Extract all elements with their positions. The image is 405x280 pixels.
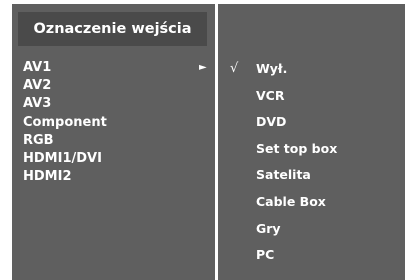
option-item-label: Set top box: [256, 140, 338, 156]
input-item-label: RGB: [23, 132, 54, 148]
input-item-label: HDMI2: [23, 169, 72, 185]
label-options-submenu: √ Wył. VCR DVD Set top box Satelita Cabl…: [218, 4, 405, 280]
input-item-av1[interactable]: AV1 ►: [12, 59, 215, 77]
option-item-label: DVD: [256, 114, 287, 130]
option-item-label: Wył.: [256, 61, 288, 76]
input-item-label: Component: [23, 114, 107, 130]
option-item-satellite[interactable]: Satelita: [218, 162, 405, 189]
check-icon: √: [230, 61, 239, 76]
input-item-component[interactable]: Component: [12, 114, 215, 132]
option-item-dvd[interactable]: DVD: [218, 109, 405, 136]
input-item-hdmi2[interactable]: HDMI2: [12, 168, 215, 186]
option-list: √ Wył. VCR DVD Set top box Satelita Cabl…: [218, 56, 405, 269]
option-item-pc[interactable]: PC: [218, 242, 405, 269]
menu-title: Oznaczenie wejścia: [18, 12, 207, 46]
input-item-label: HDMI1/DVI: [23, 150, 102, 166]
option-item-label: VCR: [256, 87, 285, 103]
input-item-rgb[interactable]: RGB: [12, 132, 215, 150]
input-item-label: AV2: [23, 78, 52, 94]
input-list: AV1 ► AV2 AV3 Component RGB HDMI1/DVI HD…: [12, 59, 215, 186]
option-item-label: Cable Box: [256, 193, 326, 209]
input-label-menu: Oznaczenie wejścia AV1 ► AV2 AV3 Compone…: [12, 4, 215, 280]
option-item-cable-box[interactable]: Cable Box: [218, 189, 405, 216]
option-item-label: PC: [256, 247, 275, 263]
input-item-label: AV3: [23, 96, 52, 112]
input-item-av2[interactable]: AV2: [12, 77, 215, 95]
option-item-label: Gry: [256, 220, 281, 236]
option-item-games[interactable]: Gry: [218, 216, 405, 243]
option-item-vcr[interactable]: VCR: [218, 83, 405, 110]
right-arrow-icon: ►: [199, 62, 207, 73]
input-item-label: AV1: [23, 60, 52, 75]
input-item-hdmi1-dvi[interactable]: HDMI1/DVI: [12, 150, 215, 168]
option-item-label: Satelita: [256, 167, 311, 183]
option-item-off[interactable]: √ Wył.: [218, 56, 405, 83]
input-item-av3[interactable]: AV3: [12, 95, 215, 113]
option-item-set-top-box[interactable]: Set top box: [218, 136, 405, 163]
